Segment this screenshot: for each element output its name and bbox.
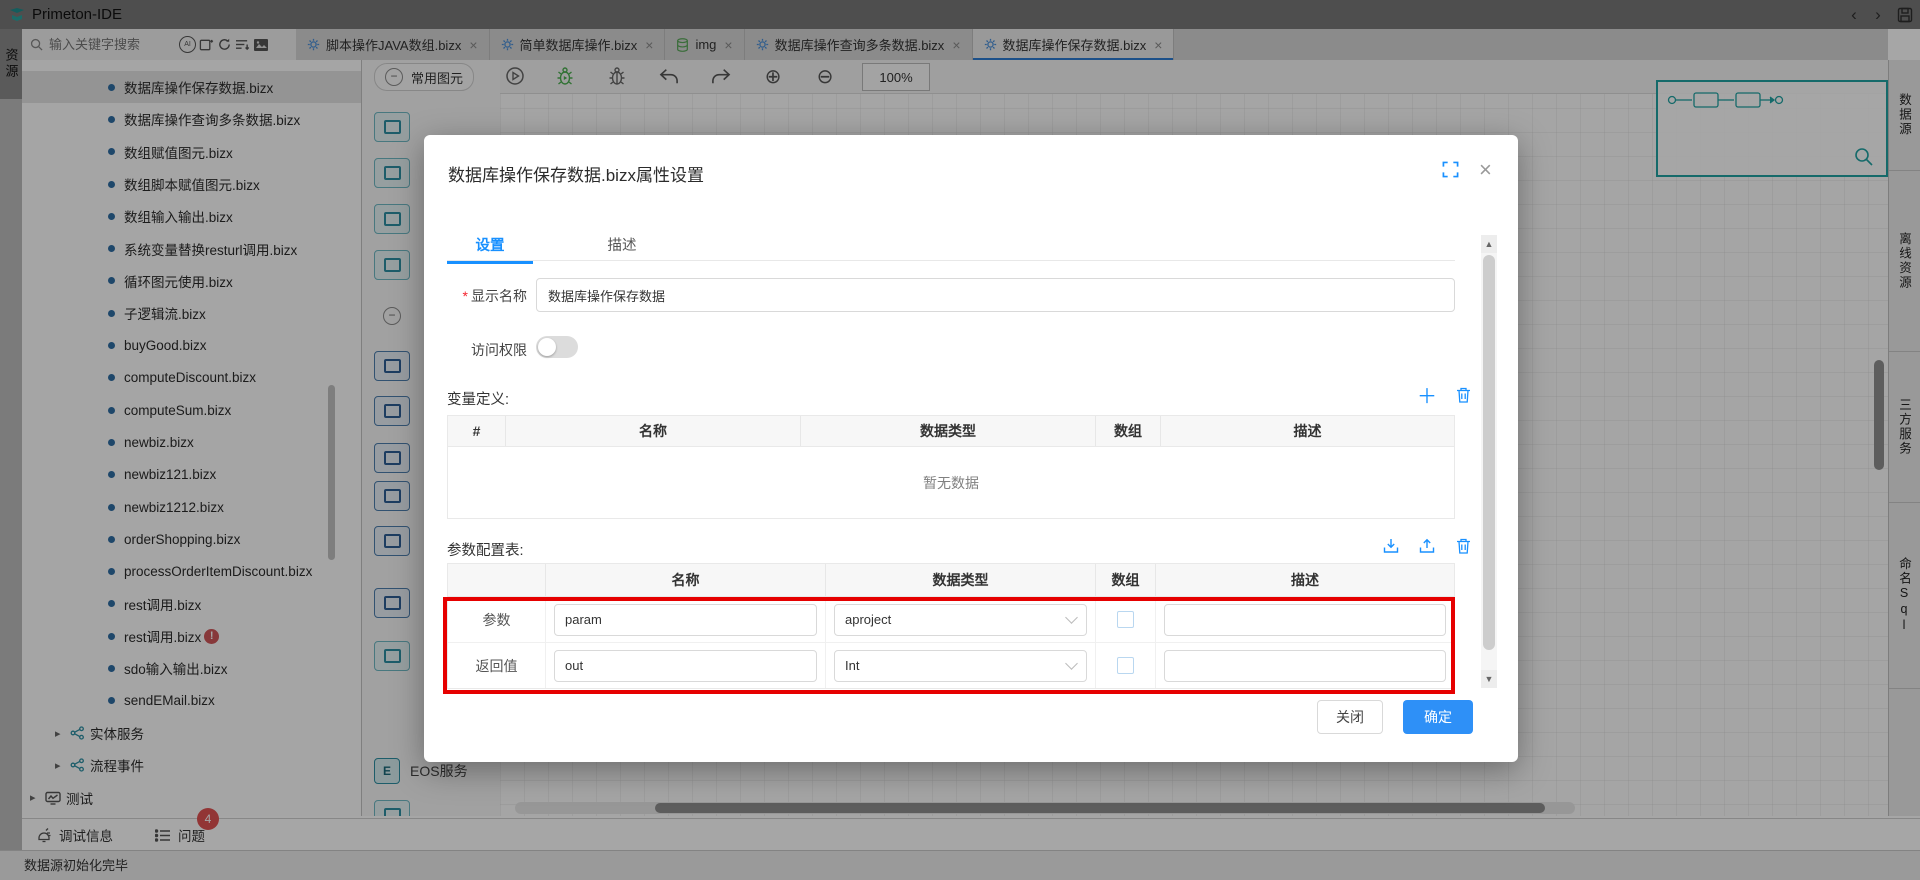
add-variable-icon[interactable]: ＋ — [1418, 385, 1436, 403]
delete-variable-icon[interactable] — [1454, 386, 1472, 404]
access-label: 访问权限 — [424, 340, 527, 360]
fullscreen-icon[interactable] — [1442, 161, 1459, 178]
close-icon[interactable]: × — [1479, 157, 1492, 183]
close-button[interactable]: 关闭 — [1317, 700, 1383, 734]
dialog-scrollbar[interactable]: ▲ ▼ — [1481, 235, 1497, 688]
app-window: Primeton-IDE ‹ › 资源 AI — [0, 0, 1920, 880]
export-icon[interactable] — [1418, 537, 1436, 555]
scroll-thumb[interactable] — [1483, 255, 1495, 650]
required-asterisk: * — [463, 288, 468, 304]
display-name-label: *显示名称 — [424, 286, 527, 306]
delete-param-icon[interactable] — [1454, 537, 1472, 555]
dialog-title: 数据库操作保存数据.bizx属性设置 — [448, 161, 704, 186]
import-icon[interactable] — [1382, 537, 1400, 555]
scroll-up-icon[interactable]: ▲ — [1481, 235, 1497, 253]
dialog-tab-description[interactable]: 描述 — [579, 227, 665, 261]
access-toggle[interactable] — [536, 336, 578, 358]
param-section-label: 参数配置表: — [447, 539, 524, 560]
display-name-input[interactable] — [536, 278, 1455, 312]
annotation-rectangle — [443, 597, 1455, 694]
tab-divider — [447, 260, 1455, 261]
var-section-label: 变量定义: — [447, 388, 509, 409]
dialog-tab-settings[interactable]: 设置 — [447, 227, 533, 264]
variable-table: # 名称 数据类型 数组 描述 暂无数据 — [447, 415, 1455, 519]
ok-button[interactable]: 确定 — [1403, 700, 1473, 734]
empty-table-text: 暂无数据 — [448, 447, 1454, 518]
scroll-down-icon[interactable]: ▼ — [1481, 670, 1497, 688]
